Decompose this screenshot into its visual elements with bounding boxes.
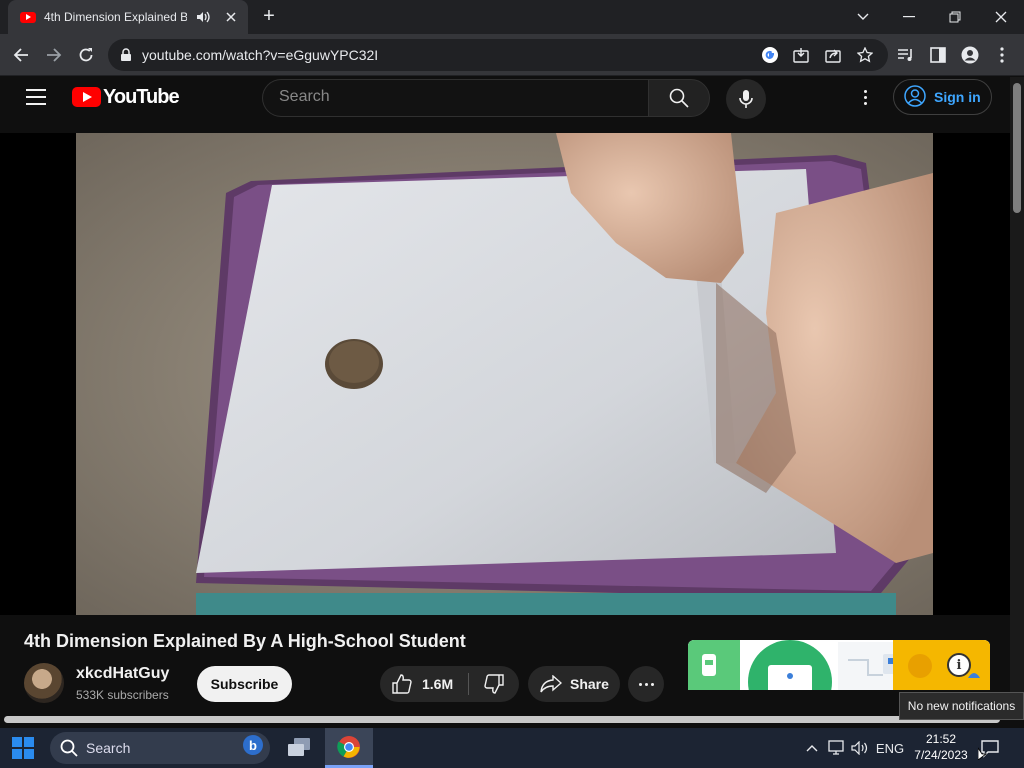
thumbs-up-icon <box>392 674 412 694</box>
chrome-menu-icon[interactable] <box>989 42 1015 68</box>
like-count: 1.6M <box>422 676 454 692</box>
ad-banner[interactable] <box>688 640 990 690</box>
input-language[interactable]: ENG <box>874 738 906 758</box>
back-arrow-icon[interactable] <box>8 42 34 68</box>
task-view-icon[interactable] <box>286 736 312 760</box>
like-dislike-group: 1.6M <box>380 666 519 702</box>
sign-in-label: Sign in <box>934 89 981 105</box>
youtube-logo[interactable]: YouTube <box>72 85 180 108</box>
address-bar[interactable]: youtube.com/watch?v=eGguwYPC32I <box>108 39 888 71</box>
video-frame <box>76 133 933 615</box>
search-box <box>262 79 648 117</box>
voice-search-button[interactable] <box>726 79 766 119</box>
sign-in-button[interactable]: Sign in <box>893 79 992 115</box>
share-button[interactable]: Share <box>528 666 620 702</box>
dislike-button[interactable] <box>469 666 519 702</box>
clock-date: 7/24/2023 <box>914 748 968 762</box>
subscriber-count: 533K subscribers <box>76 688 169 702</box>
video-title: 4th Dimension Explained By A High-School… <box>24 631 466 651</box>
tab-close-icon[interactable] <box>223 8 240 26</box>
browser-toolbar: youtube.com/watch?v=eGguwYPC32I <box>0 34 1024 76</box>
media-control-icon[interactable] <box>893 42 919 68</box>
channel-avatar[interactable] <box>24 663 64 703</box>
notification-tooltip: No new notifications <box>899 692 1024 720</box>
side-panel-icon[interactable] <box>925 42 951 68</box>
minimize-icon[interactable] <box>886 0 932 34</box>
taskbar-clock[interactable]: 21:52 7/24/2023 <box>909 731 973 763</box>
network-icon[interactable] <box>826 738 848 758</box>
forward-arrow-icon[interactable] <box>41 42 67 68</box>
share-page-icon[interactable] <box>823 45 843 65</box>
windows-taskbar: Search b ENG 21:52 7/24/2023 <box>0 728 1024 768</box>
lock-icon[interactable] <box>120 48 134 62</box>
share-arrow-icon <box>540 675 562 693</box>
video-player-area <box>0 133 1010 615</box>
window-close-icon[interactable] <box>978 0 1024 34</box>
video-player[interactable] <box>76 133 933 615</box>
search-input[interactable] <box>279 88 629 106</box>
microphone-icon <box>739 90 753 108</box>
ad-illustration <box>688 640 990 690</box>
restore-icon[interactable] <box>932 0 978 34</box>
browser-tab-youtube[interactable]: 4th Dimension Explained By <box>8 0 248 34</box>
google-lens-icon[interactable] <box>760 45 780 65</box>
install-app-icon[interactable] <box>791 45 811 65</box>
taskbar-search-label: Search <box>86 740 131 756</box>
guide-menu-icon[interactable] <box>26 89 46 105</box>
horizontal-scrollbar-thumb[interactable] <box>4 716 1000 723</box>
tab-title: 4th Dimension Explained By <box>44 10 188 24</box>
chrome-taskbar-button[interactable] <box>325 728 373 768</box>
account-circle-icon <box>904 84 926 110</box>
youtube-header: YouTube Sign in <box>0 77 1010 133</box>
like-button[interactable]: 1.6M <box>380 666 468 702</box>
thumbs-down-icon <box>484 674 504 694</box>
reload-icon[interactable] <box>73 42 99 68</box>
search-button[interactable] <box>648 79 710 117</box>
url-text[interactable]: youtube.com/watch?v=eGguwYPC32I <box>142 47 378 63</box>
youtube-logo-text: YouTube <box>103 85 180 108</box>
clock-time: 21:52 <box>925 732 957 746</box>
subscribe-button[interactable]: Subscribe <box>197 666 292 702</box>
youtube-play-icon <box>72 87 101 107</box>
bing-icon[interactable]: b <box>243 735 263 755</box>
tray-overflow-chevron-icon[interactable] <box>804 738 820 758</box>
taskbar-search[interactable]: Search <box>50 732 270 764</box>
ad-info-icon[interactable]: i <box>947 653 971 677</box>
channel-name[interactable]: xkcdHatGuy <box>76 665 169 683</box>
scrollbar-thumb[interactable] <box>1013 83 1021 213</box>
youtube-favicon-icon <box>20 11 36 23</box>
notification-center-icon[interactable] <box>977 736 1002 761</box>
new-tab-plus-icon[interactable]: + <box>258 6 280 28</box>
browser-tab-strip: 4th Dimension Explained By + <box>0 0 1024 34</box>
bookmark-star-icon[interactable] <box>855 45 875 65</box>
settings-kebab-icon[interactable] <box>855 85 875 109</box>
screen: 4th Dimension Explained By + youtube.com… <box>0 0 1024 768</box>
horizontal-scrollbar[interactable] <box>0 714 1010 726</box>
search-icon <box>669 88 689 108</box>
chrome-icon <box>337 735 360 758</box>
tab-search-chevron-icon[interactable] <box>840 0 886 34</box>
more-actions-button[interactable] <box>628 666 664 702</box>
page-vertical-scrollbar[interactable] <box>1010 77 1024 720</box>
profile-icon[interactable] <box>957 42 983 68</box>
audio-playing-icon[interactable] <box>195 9 210 25</box>
share-label: Share <box>570 676 609 692</box>
volume-icon[interactable] <box>850 738 870 758</box>
taskbar-search-icon <box>60 739 78 757</box>
windows-start-icon[interactable] <box>12 737 34 759</box>
